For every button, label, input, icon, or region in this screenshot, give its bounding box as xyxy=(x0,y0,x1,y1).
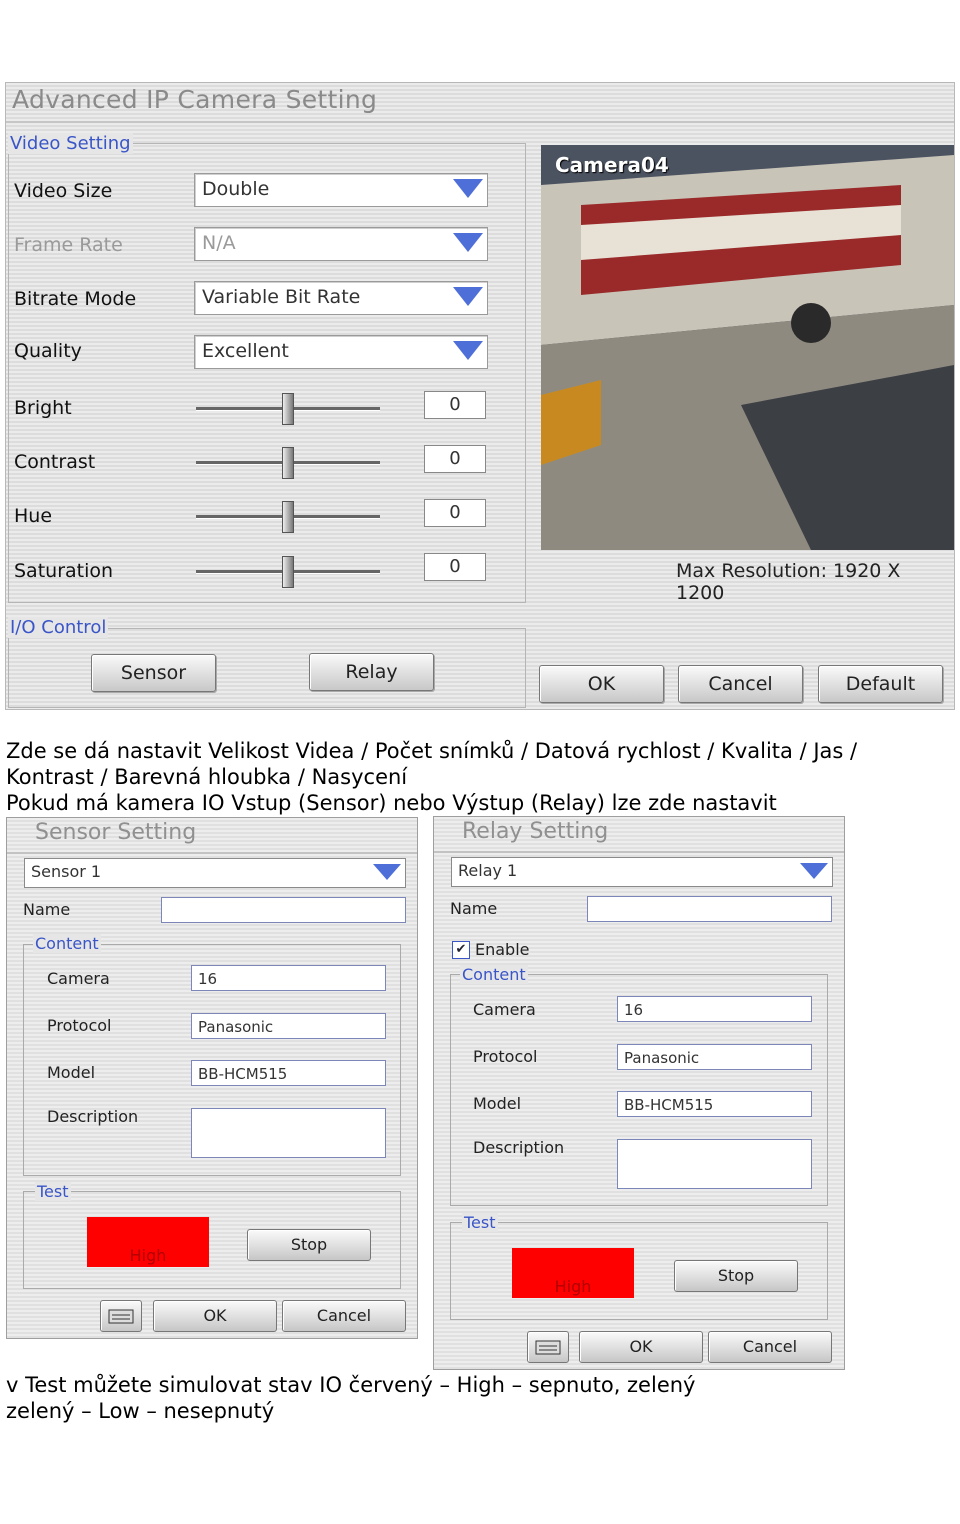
relay-select-value: Relay 1 xyxy=(458,861,518,880)
chevron-down-icon[interactable] xyxy=(453,287,483,306)
sensor-test-label: Test xyxy=(35,1182,71,1201)
camera-image xyxy=(541,145,954,550)
quality-select[interactable]: Excellent xyxy=(194,335,488,369)
description-line-5: zelený – Low – nesepnutý xyxy=(6,1399,275,1423)
quality-value: Excellent xyxy=(202,340,289,362)
description-line-2: Kontrast / Barevná hloubka / Nasycení xyxy=(6,765,408,789)
sensor-state-indicator: High xyxy=(87,1217,209,1267)
io-control-group xyxy=(8,628,526,708)
sensor-stop-button[interactable]: Stop xyxy=(247,1229,371,1261)
sensor-setting-title: Sensor Setting xyxy=(35,820,197,845)
sensor-select[interactable]: Sensor 1 xyxy=(24,858,406,888)
sensor-camera-field[interactable]: 16 xyxy=(191,965,386,991)
sensor-ok-button[interactable]: OK xyxy=(153,1300,277,1332)
relay-select[interactable]: Relay 1 xyxy=(451,857,833,887)
dialog-title: Advanced IP Camera Setting xyxy=(12,85,378,114)
relay-button[interactable]: Relay xyxy=(309,653,434,691)
bitrate-mode-select[interactable]: Variable Bit Rate xyxy=(194,281,488,315)
chevron-down-icon[interactable] xyxy=(453,233,483,252)
sensor-setting-dialog: Sensor Setting Sensor 1 Name Content Cam… xyxy=(6,817,418,1339)
sensor-protocol-label: Protocol xyxy=(47,1016,112,1035)
quality-label: Quality xyxy=(14,340,82,362)
chevron-down-icon[interactable] xyxy=(453,179,483,198)
default-button[interactable]: Default xyxy=(818,665,943,703)
relay-state-indicator: High xyxy=(512,1248,634,1298)
bright-label: Bright xyxy=(14,397,72,419)
sensor-protocol-field[interactable]: Panasonic xyxy=(191,1013,386,1039)
sensor-state-label: High xyxy=(129,1246,167,1265)
relay-protocol-field[interactable]: Panasonic xyxy=(617,1044,812,1070)
sensor-cancel-button[interactable]: Cancel xyxy=(282,1300,406,1332)
relay-setting-dialog: Relay Setting Relay 1 Name ✔ Enable Cont… xyxy=(433,816,845,1370)
contrast-label: Contrast xyxy=(14,451,96,473)
cancel-button[interactable]: Cancel xyxy=(678,665,803,703)
relay-enable-label: Enable xyxy=(475,940,530,959)
sensor-description-field[interactable] xyxy=(191,1108,386,1158)
hue-slider-thumb[interactable] xyxy=(282,501,294,533)
saturation-slider-thumb[interactable] xyxy=(282,556,294,588)
relay-protocol-label: Protocol xyxy=(473,1047,538,1066)
sensor-camera-label: Camera xyxy=(47,969,110,988)
advanced-ip-camera-dialog: Advanced IP Camera Setting Video Setting… xyxy=(5,82,955,710)
contrast-value-field[interactable]: 0 xyxy=(424,445,486,473)
sensor-button[interactable]: Sensor xyxy=(91,654,216,692)
video-setting-group xyxy=(8,143,526,603)
hue-label: Hue xyxy=(14,505,53,527)
frame-rate-label: Frame Rate xyxy=(14,234,123,256)
frame-rate-value: N/A xyxy=(202,232,236,254)
relay-cancel-button[interactable]: Cancel xyxy=(708,1331,832,1363)
max-resolution-text: Max Resolution: 1920 X 1200 xyxy=(676,560,901,604)
relay-test-label: Test xyxy=(462,1213,498,1232)
sensor-name-label: Name xyxy=(23,900,71,919)
chevron-down-icon[interactable] xyxy=(800,863,828,879)
relay-ok-button[interactable]: OK xyxy=(579,1331,703,1363)
sensor-select-value: Sensor 1 xyxy=(31,862,102,881)
title-divider xyxy=(434,851,844,853)
relay-camera-field[interactable]: 16 xyxy=(617,996,812,1022)
video-size-select[interactable]: Double xyxy=(194,173,488,207)
camera-name-overlay: Camera04 xyxy=(555,153,669,177)
relay-enable-checkbox[interactable]: ✔ xyxy=(452,941,470,959)
description-line-1: Zde se dá nastavit Velikost Videa / Poče… xyxy=(6,739,858,763)
saturation-value-field[interactable]: 0 xyxy=(424,553,486,581)
video-size-value: Double xyxy=(202,178,270,200)
video-size-label: Video Size xyxy=(14,180,113,202)
sensor-model-field[interactable]: BB-HCM515 xyxy=(191,1060,386,1086)
bright-slider-thumb[interactable] xyxy=(282,393,294,425)
hue-value-field[interactable]: 0 xyxy=(424,499,486,527)
io-control-label: I/O Control xyxy=(8,617,109,638)
bright-value-field[interactable]: 0 xyxy=(424,391,486,419)
relay-description-label: Description xyxy=(473,1138,565,1157)
frame-rate-select[interactable]: N/A xyxy=(194,227,488,261)
bitrate-mode-value: Variable Bit Rate xyxy=(202,286,361,308)
ok-button[interactable]: OK xyxy=(539,665,664,703)
sensor-description-label: Description xyxy=(47,1107,139,1126)
relay-model-label: Model xyxy=(473,1094,522,1113)
relay-stop-button[interactable]: Stop xyxy=(674,1260,798,1292)
keyboard-icon[interactable] xyxy=(527,1331,569,1363)
saturation-label: Saturation xyxy=(14,560,114,582)
relay-name-label: Name xyxy=(450,899,498,918)
description-line-4: v Test můžete simulovat stav IO červený … xyxy=(6,1373,696,1397)
description-line-3: Pokud má kamera IO Vstup (Sensor) nebo V… xyxy=(6,791,777,815)
chevron-down-icon[interactable] xyxy=(453,341,483,360)
relay-camera-label: Camera xyxy=(473,1000,536,1019)
relay-name-input[interactable] xyxy=(587,896,832,922)
bitrate-mode-label: Bitrate Mode xyxy=(14,288,137,310)
relay-model-field[interactable]: BB-HCM515 xyxy=(617,1091,812,1117)
relay-description-field[interactable] xyxy=(617,1139,812,1189)
chevron-down-icon[interactable] xyxy=(373,864,401,880)
keyboard-icon[interactable] xyxy=(100,1300,142,1332)
relay-content-label: Content xyxy=(460,965,528,984)
title-divider xyxy=(7,852,417,854)
video-setting-label: Video Setting xyxy=(8,133,133,154)
sensor-name-input[interactable] xyxy=(161,897,406,923)
camera-preview: Camera04 xyxy=(541,145,954,550)
sensor-content-label: Content xyxy=(33,934,101,953)
relay-setting-title: Relay Setting xyxy=(462,819,609,844)
sensor-model-label: Model xyxy=(47,1063,96,1082)
title-divider xyxy=(6,121,954,123)
relay-state-label: High xyxy=(554,1277,592,1296)
contrast-slider-thumb[interactable] xyxy=(282,447,294,479)
